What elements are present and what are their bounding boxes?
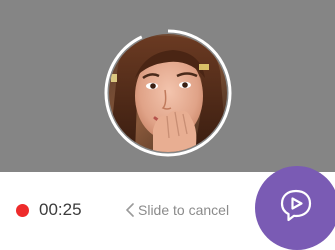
camera-feed xyxy=(109,34,227,152)
slide-to-cancel[interactable]: Slide to cancel xyxy=(125,201,229,219)
slide-to-cancel-label: Slide to cancel xyxy=(138,202,230,218)
recording-timer: 00:25 xyxy=(39,200,82,219)
chevron-left-icon xyxy=(126,203,134,217)
send-video-message-button[interactable] xyxy=(255,166,335,250)
video-preview-area xyxy=(0,0,335,172)
video-message-send-icon xyxy=(280,189,312,222)
video-preview-circle xyxy=(103,28,233,158)
red-dot-icon xyxy=(16,204,29,217)
